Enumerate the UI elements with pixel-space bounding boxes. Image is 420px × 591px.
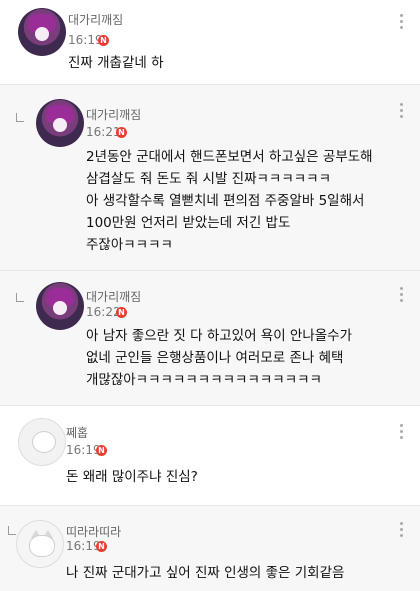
more-options-icon[interactable] — [400, 287, 403, 305]
nickname[interactable]: 대가리깨짐 — [86, 106, 141, 123]
cat-face-icon — [29, 535, 55, 557]
more-options-icon[interactable] — [400, 522, 403, 540]
avatar[interactable] — [36, 282, 84, 330]
nickname[interactable]: 대가리깨짐 — [86, 288, 141, 305]
new-badge: N — [96, 445, 107, 456]
cat-avatar[interactable] — [16, 520, 64, 568]
more-options-icon[interactable] — [400, 424, 403, 442]
nickname[interactable]: 쩨홉 — [66, 424, 88, 441]
comment-4: 쩨홉 16:19 N 돈 왜래 많이주냐 진심? — [0, 406, 420, 505]
reply-arrow-icon — [8, 526, 16, 535]
reply-arrow-icon — [16, 293, 24, 302]
new-badge: N — [98, 35, 109, 46]
new-badge: N — [96, 541, 107, 552]
nickname[interactable]: 대가리깨짐 — [68, 11, 123, 28]
comment-text: 나 진짜 군대가고 싶어 진짜 인생의 좋은 기회같음 — [66, 565, 345, 581]
sheep-avatar[interactable] — [18, 418, 66, 466]
nickname[interactable]: 띠라라띠라 — [66, 523, 121, 540]
new-badge: N — [116, 127, 127, 138]
comment-1: 대가리깨짐 16:19 N 진짜 개춥같네 하 — [0, 0, 420, 84]
comment-3-reply: 대가리깨짐 16:22 N 아 남자 좋으란 짓 다 하고있어 욕이 안나올수가… — [0, 271, 420, 405]
comment-text: 진짜 개춥같네 하 — [68, 55, 164, 71]
more-options-icon[interactable] — [400, 14, 403, 32]
avatar[interactable] — [36, 99, 84, 147]
comment-text: 2년동안 군대에서 핸드폰보면서 하고싶은 공부도해 삼겹살도 줘 돈도 줘 시… — [86, 149, 373, 253]
new-badge: N — [116, 307, 127, 318]
comment-2-reply: 대가리깨짐 16:21 N 2년동안 군대에서 핸드폰보면서 하고싶은 공부도해… — [0, 85, 420, 270]
comment-5-reply: 띠라라띠라 16:19 N 나 진짜 군대가고 싶어 진짜 인생의 좋은 기회같… — [0, 506, 420, 591]
sheep-face-icon — [32, 431, 56, 453]
comment-text: 돈 왜래 많이주냐 진심? — [66, 469, 198, 485]
avatar[interactable] — [18, 8, 66, 56]
reply-arrow-icon — [16, 113, 24, 122]
more-options-icon[interactable] — [400, 103, 403, 121]
comment-text: 아 남자 좋으란 짓 다 하고있어 욕이 안나올수가 없네 군인들 은행상품이나… — [86, 328, 353, 388]
